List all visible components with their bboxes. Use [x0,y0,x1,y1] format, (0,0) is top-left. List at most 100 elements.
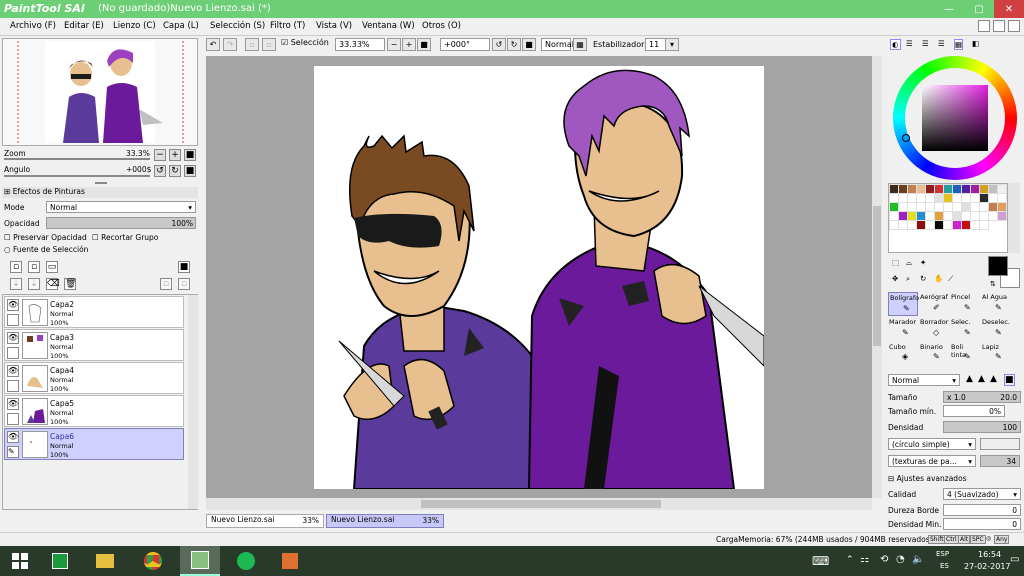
clock-date[interactable]: 27-02-2017 [964,562,1011,571]
color-swatch[interactable] [970,220,980,230]
tool-watercolor[interactable]: Al Agua ✎ [981,292,1011,316]
zoom-field[interactable]: 33.33% [335,38,385,51]
color-swatch[interactable] [952,202,962,212]
tool-pencil[interactable]: Lapiz ✎ [981,342,1011,364]
zoom-out-icon[interactable]: − [387,38,401,51]
quality-select[interactable]: 4 (Suavizado) ▾ [943,488,1021,500]
tool-deselect[interactable]: Deselec. ✎ [981,317,1011,341]
color-swatch[interactable] [943,193,953,203]
rotate-ccw-icon[interactable]: ↺ [492,38,506,51]
color-wheel-mode-icon[interactable]: ◐ [890,39,901,50]
doc-minimize-icon[interactable] [978,20,990,32]
color-swatch[interactable] [907,184,917,194]
zoom-reset-button[interactable]: ■ [184,149,196,161]
chevron-up-icon[interactable]: ⌃ [846,555,854,565]
min-size-slider[interactable]: 0% [943,405,1005,417]
swap-colors-icon[interactable]: ⇅ [990,280,996,288]
rgb-slider-mode-icon[interactable]: ☰ [906,39,913,48]
layer-checkbox[interactable] [7,347,19,359]
advanced-settings-toggle[interactable]: ⊟ Ajustes avanzados [888,474,967,483]
stabilizer-icon[interactable]: ▦ [573,38,587,51]
color-swatch[interactable] [889,193,899,203]
mixer-mode-icon[interactable]: ☰ [938,39,945,48]
scratchpad-mode-icon[interactable]: ◧ [972,39,979,48]
undo-icon[interactable]: ↶ [206,38,220,51]
color-swatch[interactable] [898,202,908,212]
magic-wand-icon[interactable]: ✦ [920,258,926,267]
color-swatch[interactable] [952,220,962,230]
tip-shape-icon-selected[interactable]: ■ [1004,374,1015,386]
color-swatch[interactable] [961,202,971,212]
rotate-reset-button[interactable]: ■ [184,165,196,177]
brush-texture-select[interactable]: (texturas de pa... ▾ [888,455,976,467]
media-player-icon[interactable] [270,546,310,576]
hsv-slider-mode-icon[interactable]: ☰ [922,39,929,48]
color-swatch[interactable] [943,184,953,194]
language-region[interactable]: ES [940,562,949,570]
layers-scrollbar[interactable] [188,295,198,509]
tool-brush[interactable]: Pincel ✎ [950,292,980,316]
opacity-slider[interactable]: 100% [46,217,196,229]
angle-field[interactable]: +000° [440,38,490,51]
color-swatch[interactable] [889,202,899,212]
color-swatch[interactable] [916,184,926,194]
zoom-icon[interactable]: ⌕ [906,274,910,284]
swatch-grid[interactable] [888,183,1008,253]
sync-icon[interactable]: ⟲ [880,554,888,565]
file-explorer-icon[interactable] [85,546,125,576]
color-swatch[interactable] [979,220,989,230]
tip-shape-icon[interactable]: ▲ [978,374,985,384]
panel-splitter[interactable] [95,182,107,184]
blend-mode-select[interactable]: Normal ▾ [46,201,196,213]
network-icon[interactable]: ⚏ [860,554,869,565]
tool-ink-pen[interactable]: Boli tinta ✎ [950,342,980,364]
color-swatch[interactable] [898,193,908,203]
color-swatch[interactable] [961,220,971,230]
color-swatch[interactable] [934,202,944,212]
rotate-icon[interactable]: ↻ [920,274,926,283]
notification-icon[interactable]: ▭ [1010,554,1019,565]
navigator-preview[interactable] [2,38,198,146]
menu-ventana[interactable]: Ventana (W) [362,21,415,31]
transfer-icon[interactable]: ⇣ [28,278,40,290]
zoom-in-icon[interactable]: + [402,38,416,51]
vertical-scroll-thumb[interactable] [873,206,881,346]
angle-slider[interactable] [4,175,150,177]
color-swatch[interactable] [988,193,998,203]
canvas-tab-active[interactable]: Nuevo Lienzo.sai 33% [326,514,444,528]
menu-vista[interactable]: Vista (V) [316,21,352,31]
swatch-scrollbar[interactable] [1008,183,1020,253]
color-swatch[interactable] [943,220,953,230]
tool-marker[interactable]: Marador ✎ [888,317,918,341]
zoom-slider[interactable] [4,158,150,160]
color-swatch[interactable] [889,220,899,230]
wifi-icon[interactable]: ◔ [896,554,905,565]
maximize-icon[interactable]: ▢ [964,0,994,18]
close-icon[interactable]: ✕ [994,0,1024,18]
color-swatch[interactable] [898,220,908,230]
new-layer-icon[interactable]: ▫ [10,261,22,273]
horizontal-scroll-thumb[interactable] [421,500,661,508]
selection-source-radio[interactable]: ○ Fuente de Selección [4,245,88,254]
canvas-tab[interactable]: Nuevo Lienzo.sai 33% [206,514,324,528]
drawing-canvas[interactable] [314,66,764,489]
color-swatch[interactable] [997,202,1007,212]
preserve-opacity-checkbox[interactable]: ☐ Preservar Opacidad [4,233,87,242]
layer-item[interactable]: 👁 Capa5 Normal 100% [4,395,184,427]
brush-shape-select[interactable]: (círculo simple) ▾ [888,438,976,450]
color-swatch[interactable] [898,211,908,221]
trash-icon[interactable]: 🗑 [64,278,76,290]
color-swatch[interactable] [898,184,908,194]
color-swatch[interactable] [925,193,935,203]
color-swatch[interactable] [934,211,944,221]
merge-down-icon[interactable]: ⇣ [10,278,22,290]
color-swatch[interactable] [997,211,1007,221]
zoom-fit-icon[interactable]: ■ [417,38,431,51]
clear-layer-icon[interactable]: ⌫ [46,278,60,290]
blend-mode-field[interactable]: Normal [541,38,574,51]
layer-item[interactable]: 👁 Capa3 Normal 100% [4,329,184,361]
color-swatch[interactable] [970,184,980,194]
eye-icon[interactable]: 👁 [7,431,19,443]
hand-icon[interactable]: ✋ [934,274,943,283]
color-swatch[interactable] [925,220,935,230]
